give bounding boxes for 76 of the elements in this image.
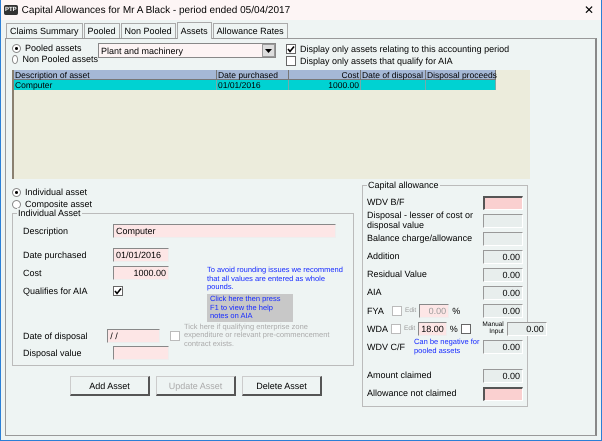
check-icon <box>114 287 122 295</box>
percent-sign: % <box>452 306 460 316</box>
close-button[interactable]: ✕ <box>577 3 601 17</box>
radio-button[interactable] <box>12 200 21 208</box>
checkbox[interactable] <box>392 306 402 316</box>
radio-label: Pooled assets <box>25 43 82 53</box>
column-header: Cost <box>289 70 361 80</box>
radio-button[interactable] <box>12 54 18 64</box>
column-header: Date purchased <box>217 70 289 80</box>
action-button[interactable]: Add Asset <box>70 376 150 396</box>
column-header: Disposal proceeds <box>426 70 496 80</box>
value-field[interactable]: 0.00 <box>483 340 523 354</box>
field-label: WDV C/F <box>367 342 406 352</box>
value-field[interactable] <box>483 214 523 228</box>
field-label: Residual Value <box>367 270 428 280</box>
rate-field[interactable]: 18.00 <box>418 322 447 336</box>
tab[interactable]: Claims Summary <box>6 23 83 38</box>
group-title: Individual Asset <box>17 208 82 218</box>
input-field[interactable] <box>113 346 169 360</box>
field-label: Allowance not claimed <box>367 388 458 398</box>
table-cell <box>426 80 496 90</box>
field-label: Qualifies for AIA <box>23 286 89 296</box>
input-field[interactable]: 1000.00 <box>113 266 169 280</box>
field-label: Cost <box>23 268 43 278</box>
radio-button[interactable] <box>12 188 21 196</box>
radio-label: Composite asset <box>25 199 92 209</box>
value-field[interactable] <box>483 196 523 210</box>
input-field[interactable]: / / <box>107 328 160 343</box>
field-label: Addition <box>367 252 401 262</box>
checkbox[interactable] <box>460 324 471 334</box>
table-cell: 01/01/2016 <box>217 80 289 90</box>
field-label: Balance charge/allowance <box>367 234 474 244</box>
radio-button[interactable] <box>12 44 21 52</box>
group-title: Capital allowance <box>367 180 440 190</box>
action-button[interactable]: Delete Asset <box>242 376 322 396</box>
checkbox-label: Display only assets that qualify for AIA <box>300 56 453 66</box>
table-cell: Computer <box>14 80 217 90</box>
checkbox[interactable] <box>286 56 296 66</box>
table-cell <box>361 80 426 90</box>
value-field[interactable]: 0.00 <box>483 304 523 318</box>
radio-label: Individual asset <box>25 187 88 197</box>
category-dropdown[interactable]: Plant and machinery <box>98 43 276 58</box>
value-field[interactable] <box>483 386 523 400</box>
field-label: Date purchased <box>23 250 88 260</box>
field-label: Description <box>23 226 70 236</box>
value-field[interactable]: 0.00 <box>483 268 523 282</box>
window-title: Capital Allowances for Mr A Black - period ended 05/04/2017 <box>22 4 292 16</box>
field-label: Amount claimed <box>367 370 433 380</box>
radio-label: Non Pooled assets <box>22 54 98 64</box>
checkbox-label: Display only assets relating to this accounting period <box>300 44 510 54</box>
value-field[interactable] <box>483 232 523 246</box>
checkbox[interactable] <box>113 286 123 296</box>
input-field[interactable]: 01/01/2016 <box>113 248 169 262</box>
table-cell: 1000.00 <box>289 80 361 90</box>
percent-sign: % <box>450 324 458 334</box>
tab[interactable]: Non Pooled <box>120 23 176 38</box>
value-field[interactable]: 0.00 <box>483 286 523 300</box>
column-header: Date of disposal <box>361 70 426 80</box>
field-label: WDA <box>367 324 388 334</box>
tab[interactable]: Assets <box>176 22 212 39</box>
tab[interactable]: Allowance Rates <box>212 23 288 38</box>
tab[interactable]: Pooled <box>84 23 120 38</box>
checkbox[interactable] <box>391 324 401 334</box>
field-label: Disposal - lesser of cost or disposal value <box>367 210 474 230</box>
field-label: Date of disposal <box>23 330 89 341</box>
column-header: Description of asset <box>14 70 217 80</box>
field-label: Disposal value <box>23 348 83 358</box>
check-icon <box>287 44 295 52</box>
value-field[interactable]: 0.00 <box>483 250 523 264</box>
field-label: WDV B/F <box>367 198 406 208</box>
value-field[interactable]: 0.00 <box>483 368 523 382</box>
field-label: FYA <box>367 306 385 316</box>
input-field[interactable]: Computer <box>113 224 336 238</box>
value-field[interactable]: 0.00 <box>506 322 547 336</box>
checkbox[interactable] <box>286 44 296 54</box>
field-label: AIA <box>367 288 383 298</box>
